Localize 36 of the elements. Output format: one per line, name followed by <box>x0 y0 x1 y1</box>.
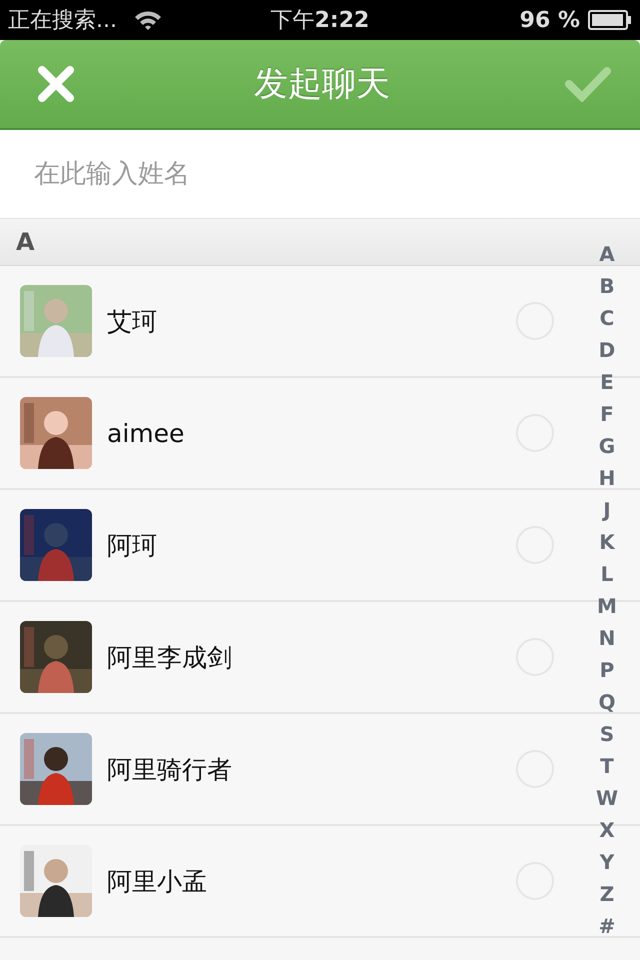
index-letter[interactable]: J <box>603 496 611 528</box>
index-letter[interactable]: B <box>599 272 615 304</box>
page-title: 发起聊天 <box>254 63 390 106</box>
carrier-text: 正在搜索... <box>8 7 117 35</box>
index-letter[interactable]: N <box>598 624 616 656</box>
wifi-icon <box>132 9 163 31</box>
contact-name: 阿珂 <box>107 530 158 562</box>
index-letter[interactable]: A <box>599 240 615 272</box>
index-letter[interactable]: T <box>600 752 614 784</box>
contact-name: 阿里骑行者 <box>107 754 233 786</box>
index-letter[interactable]: F <box>600 400 614 432</box>
index-letter[interactable]: Y <box>600 848 614 880</box>
index-letter[interactable]: S <box>600 720 614 752</box>
section-letter: A <box>16 228 35 256</box>
index-letter[interactable]: L <box>600 560 614 592</box>
battery-percent: 96 % <box>520 8 580 32</box>
index-letter[interactable]: E <box>600 368 614 400</box>
index-letter[interactable]: Z <box>600 880 614 912</box>
index-letter[interactable]: Q <box>598 688 616 720</box>
index-letter[interactable]: D <box>598 336 616 368</box>
clock-text: 下午2:22 <box>270 8 370 33</box>
index-letter[interactable]: G <box>598 432 616 464</box>
index-letter[interactable]: K <box>599 528 615 560</box>
index-letter[interactable]: C <box>600 304 614 336</box>
index-letter[interactable]: P <box>600 656 614 688</box>
index-letter[interactable]: M <box>597 592 617 624</box>
index-letter[interactable]: X <box>599 816 615 848</box>
search-field[interactable]: 在此输入姓名 <box>0 130 640 218</box>
battery-icon <box>588 9 632 31</box>
contact-name: 阿里小孟 <box>107 866 208 898</box>
index-letter[interactable]: H <box>598 464 616 496</box>
index-letter[interactable]: W <box>596 784 618 816</box>
contact-name: aimee <box>107 418 186 448</box>
contact-name: 艾珂 <box>107 306 158 338</box>
index-letter[interactable]: # <box>598 912 616 944</box>
contact-name: 阿里李成剑 <box>107 642 233 674</box>
